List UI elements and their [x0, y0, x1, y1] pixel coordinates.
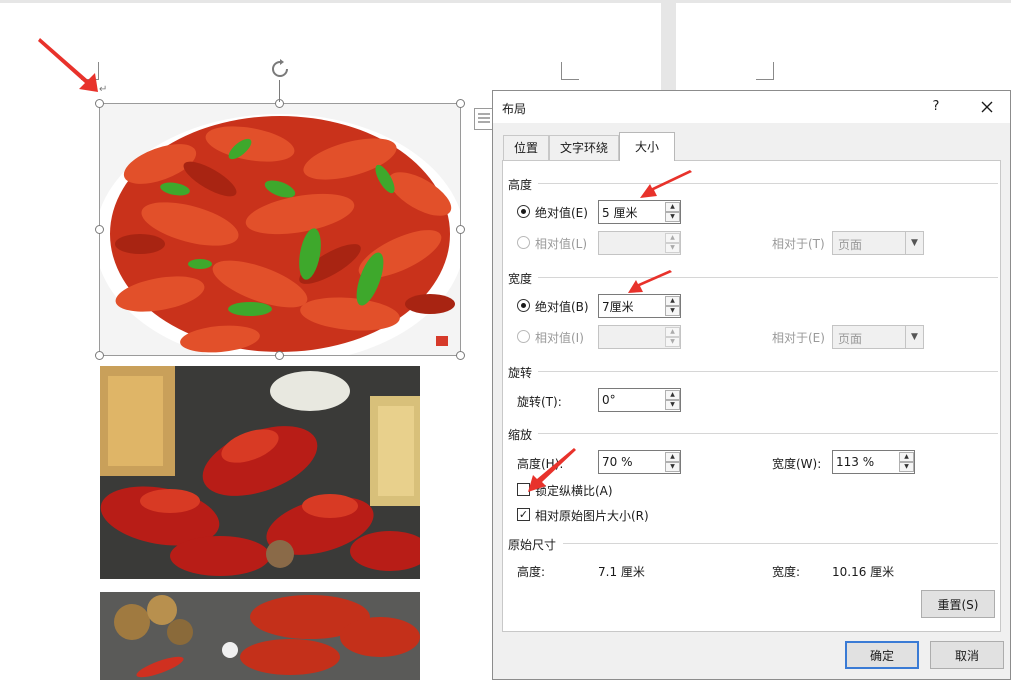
width-absolute-radio[interactable] [517, 299, 530, 312]
dialog-titlebar[interactable]: 布局 ? [493, 91, 1010, 123]
width-section-title: 宽度 [508, 272, 533, 286]
resize-handle-bottom[interactable] [275, 351, 284, 360]
spin-up-icon[interactable]: ▲ [899, 452, 914, 462]
height-relative-to-label: 相对于(T) [772, 237, 825, 251]
resize-handle-bottom-left[interactable] [95, 351, 104, 360]
spin-down-icon[interactable]: ▼ [665, 400, 680, 410]
spin-up-icon[interactable]: ▲ [665, 202, 680, 212]
spin-up-icon[interactable]: ▲ [665, 390, 680, 400]
width-absolute-label: 绝对值(B) [535, 300, 589, 314]
height-absolute-label: 绝对值(E) [535, 206, 588, 220]
reset-button[interactable]: 重置(S) [921, 590, 995, 618]
spin-up-icon[interactable]: ▲ [665, 327, 680, 337]
resize-handle-top-left[interactable] [95, 99, 104, 108]
width-absolute-input[interactable] [599, 295, 663, 317]
rotate-handle-icon[interactable] [270, 59, 290, 79]
scale-width-stepper[interactable]: ▲ ▼ [832, 450, 915, 474]
ok-button[interactable]: 确定 [845, 641, 919, 669]
spin-up-icon[interactable]: ▲ [665, 452, 680, 462]
scale-height-input[interactable] [599, 451, 663, 473]
spin-down-icon[interactable]: ▼ [665, 243, 680, 253]
layout-options-icon[interactable] [474, 108, 494, 130]
rotate-input[interactable] [599, 389, 663, 411]
help-button[interactable]: ? [926, 97, 946, 117]
resize-handle-bottom-right[interactable] [456, 351, 465, 360]
tab-position[interactable]: 位置 [503, 135, 549, 160]
scale-height-label: 高度(H): [517, 457, 564, 471]
chevron-down-icon[interactable]: ▼ [905, 232, 923, 254]
original-size-section-title: 原始尺寸 [508, 538, 557, 552]
section-divider [538, 183, 998, 184]
width-relative-radio[interactable] [517, 330, 530, 343]
section-divider [538, 277, 998, 278]
height-relative-to-select[interactable]: 页面 ▼ [832, 231, 924, 255]
height-relative-to-value: 页面 [838, 238, 863, 252]
tab-text-wrapping[interactable]: 文字环绕 [549, 135, 619, 160]
size-tab-panel: 高度 绝对值(E) ▲ ▼ 相对值(L) ▲ ▼ 相对于(T) 页面 ▼ 宽度 … [502, 160, 1001, 632]
margin-corner-mark [81, 62, 99, 80]
width-relative-label: 相对值(I) [535, 331, 584, 345]
close-icon [981, 101, 993, 113]
lock-aspect-checkbox[interactable] [517, 483, 530, 496]
rotate-section-title: 旋转 [508, 366, 533, 380]
section-divider [538, 433, 998, 434]
height-absolute-radio[interactable] [517, 205, 530, 218]
layout-dialog: 布局 ? 位置 文字环绕 大小 高度 绝对值(E) ▲ ▼ 相对值(L) ▲ ▼… [492, 90, 1011, 680]
spin-down-icon[interactable]: ▼ [665, 462, 680, 472]
original-height-value: 7.1 厘米 [598, 565, 645, 579]
width-relative-to-label: 相对于(E) [772, 331, 825, 345]
chevron-down-icon[interactable]: ▼ [905, 326, 923, 348]
height-relative-label: 相对值(L) [535, 237, 588, 251]
scale-section-title: 缩放 [508, 428, 533, 442]
spin-up-icon[interactable]: ▲ [665, 296, 680, 306]
cancel-button[interactable]: 取消 [930, 641, 1004, 669]
image-selection-frame [99, 103, 461, 356]
resize-handle-left[interactable] [95, 225, 104, 234]
spin-down-icon[interactable]: ▼ [899, 462, 914, 472]
margin-corner-mark [756, 62, 774, 80]
paragraph-mark-icon: ↵ [99, 84, 108, 95]
height-relative-input[interactable] [599, 232, 663, 254]
width-relative-to-value: 页面 [838, 332, 863, 346]
resize-handle-right[interactable] [456, 225, 465, 234]
crayfish-image-3[interactable] [100, 592, 420, 680]
height-section-title: 高度 [508, 178, 533, 192]
rotate-label: 旋转(T): [517, 395, 562, 409]
section-divider [538, 371, 998, 372]
margin-corner-mark [561, 62, 579, 80]
rotate-handle-stem [279, 80, 280, 102]
section-divider [563, 543, 998, 544]
resize-handle-top-right[interactable] [456, 99, 465, 108]
relative-original-label: 相对原始图片大小(R) [535, 509, 649, 523]
original-width-value: 10.16 厘米 [832, 565, 895, 579]
original-width-label: 宽度: [772, 565, 801, 579]
rotate-stepper[interactable]: ▲ ▼ [598, 388, 681, 412]
spin-up-icon[interactable]: ▲ [665, 233, 680, 243]
height-relative-radio[interactable] [517, 236, 530, 249]
width-relative-stepper[interactable]: ▲ ▼ [598, 325, 681, 349]
original-height-label: 高度: [517, 565, 546, 579]
width-relative-input[interactable] [599, 326, 663, 348]
height-absolute-input[interactable] [599, 201, 663, 223]
scale-width-label: 宽度(W): [772, 457, 822, 471]
scale-height-stepper[interactable]: ▲ ▼ [598, 450, 681, 474]
height-relative-stepper[interactable]: ▲ ▼ [598, 231, 681, 255]
scale-width-input[interactable] [833, 451, 897, 473]
relative-original-checkbox[interactable]: ✓ [517, 508, 530, 521]
tab-size[interactable]: 大小 [619, 132, 675, 161]
spin-down-icon[interactable]: ▼ [665, 306, 680, 316]
spin-down-icon[interactable]: ▼ [665, 212, 680, 222]
close-button[interactable] [975, 97, 999, 117]
crayfish-image-2[interactable] [100, 366, 420, 579]
dialog-title: 布局 [502, 102, 527, 116]
width-relative-to-select[interactable]: 页面 ▼ [832, 325, 924, 349]
height-absolute-stepper[interactable]: ▲ ▼ [598, 200, 681, 224]
spin-down-icon[interactable]: ▼ [665, 337, 680, 347]
lock-aspect-label: 锁定纵横比(A) [535, 484, 613, 498]
width-absolute-stepper[interactable]: ▲ ▼ [598, 294, 681, 318]
